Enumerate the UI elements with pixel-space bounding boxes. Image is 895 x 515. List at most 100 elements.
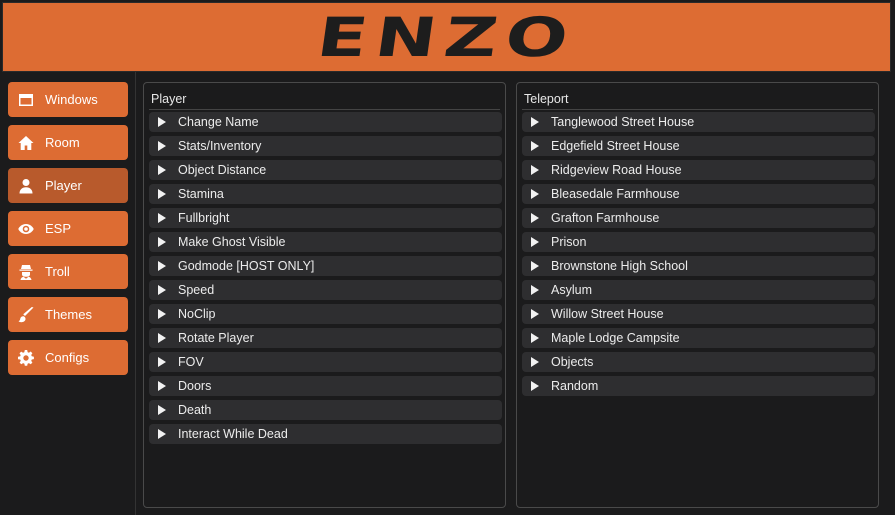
player-item-stats-inventory[interactable]: Stats/Inventory xyxy=(149,136,502,156)
item-label: Edgefield Street House xyxy=(551,139,680,153)
expand-arrow-icon xyxy=(158,261,166,271)
header-banner: ENZO xyxy=(2,2,891,72)
player-item-speed[interactable]: Speed xyxy=(149,280,502,300)
player-item-fov[interactable]: FOV xyxy=(149,352,502,372)
sidebar-item-label: ESP xyxy=(45,221,72,236)
sidebar-item-label: Configs xyxy=(45,350,90,365)
item-label: Asylum xyxy=(551,283,592,297)
player-item-fullbright[interactable]: Fullbright xyxy=(149,208,502,228)
expand-arrow-icon xyxy=(531,285,539,295)
teleport-item-tanglewood[interactable]: Tanglewood Street House xyxy=(522,112,875,132)
expand-arrow-icon xyxy=(158,165,166,175)
teleport-item-edgefield[interactable]: Edgefield Street House xyxy=(522,136,875,156)
teleport-item-grafton[interactable]: Grafton Farmhouse xyxy=(522,208,875,228)
sidebar-item-player[interactable]: Player xyxy=(8,168,128,203)
expand-arrow-icon xyxy=(158,333,166,343)
enzo-logo: ENZO xyxy=(313,6,581,69)
panel-title: Teleport xyxy=(524,92,569,106)
player-item-interact-while-dead[interactable]: Interact While Dead xyxy=(149,424,502,444)
player-item-death[interactable]: Death xyxy=(149,400,502,420)
item-label: Death xyxy=(178,403,212,417)
player-item-rotate-player[interactable]: Rotate Player xyxy=(149,328,502,348)
item-label: Tanglewood Street House xyxy=(551,115,695,129)
sidebar-item-label: Troll xyxy=(45,264,70,279)
expand-arrow-icon xyxy=(158,381,166,391)
item-label: Rotate Player xyxy=(178,331,254,345)
item-label: NoClip xyxy=(178,307,216,321)
expand-arrow-icon xyxy=(531,189,539,199)
expand-arrow-icon xyxy=(158,357,166,367)
sidebar-item-configs[interactable]: Configs xyxy=(8,340,128,375)
item-label: Change Name xyxy=(178,115,259,129)
item-label: Interact While Dead xyxy=(178,427,288,441)
teleport-item-random[interactable]: Random xyxy=(522,376,875,396)
item-label: Random xyxy=(551,379,599,393)
expand-arrow-icon xyxy=(531,117,539,127)
sidebar-item-label: Room xyxy=(45,135,80,150)
expand-arrow-icon xyxy=(531,165,539,175)
expand-arrow-icon xyxy=(158,117,166,127)
user-icon xyxy=(17,177,35,195)
player-item-make-ghost-visible[interactable]: Make Ghost Visible xyxy=(149,232,502,252)
player-item-change-name[interactable]: Change Name xyxy=(149,112,502,132)
player-item-doors[interactable]: Doors xyxy=(149,376,502,396)
player-item-noclip[interactable]: NoClip xyxy=(149,304,502,324)
teleport-item-maple-lodge[interactable]: Maple Lodge Campsite xyxy=(522,328,875,348)
expand-arrow-icon xyxy=(158,141,166,151)
panel-title: Player xyxy=(151,92,187,106)
expand-arrow-icon xyxy=(158,309,166,319)
expand-arrow-icon xyxy=(158,213,166,223)
item-label: Maple Lodge Campsite xyxy=(551,331,680,345)
item-label: Objects xyxy=(551,355,594,369)
teleport-item-bleasedale[interactable]: Bleasedale Farmhouse xyxy=(522,184,875,204)
divider xyxy=(522,109,873,110)
expand-arrow-icon xyxy=(531,381,539,391)
player-item-object-distance[interactable]: Object Distance xyxy=(149,160,502,180)
sidebar-item-label: Windows xyxy=(45,92,98,107)
item-label: Prison xyxy=(551,235,587,249)
item-label: FOV xyxy=(178,355,204,369)
expand-arrow-icon xyxy=(531,213,539,223)
item-label: Object Distance xyxy=(178,163,267,177)
sidebar-item-themes[interactable]: Themes xyxy=(8,297,128,332)
paintbrush-icon xyxy=(17,306,35,324)
item-label: Make Ghost Visible xyxy=(178,235,286,249)
expand-arrow-icon xyxy=(158,429,166,439)
sidebar-item-room[interactable]: Room xyxy=(8,125,128,160)
divider xyxy=(149,109,500,110)
expand-arrow-icon xyxy=(158,405,166,415)
sidebar: Windows Room Player ESP Troll Themes Con… xyxy=(0,72,136,515)
sidebar-item-esp[interactable]: ESP xyxy=(8,211,128,246)
sidebar-item-windows[interactable]: Windows xyxy=(8,82,128,117)
eye-icon xyxy=(17,220,35,238)
player-item-godmode[interactable]: Godmode [HOST ONLY] xyxy=(149,256,502,276)
item-label: Doors xyxy=(178,379,212,393)
sidebar-item-label: Player xyxy=(45,178,82,193)
item-label: Brownstone High School xyxy=(551,259,688,273)
expand-arrow-icon xyxy=(531,357,539,367)
item-label: Fullbright xyxy=(178,211,230,225)
expand-arrow-icon xyxy=(531,261,539,271)
teleport-item-objects[interactable]: Objects xyxy=(522,352,875,372)
expand-arrow-icon xyxy=(158,189,166,199)
player-panel: Player Change Name Stats/Inventory Objec… xyxy=(143,82,506,508)
expand-arrow-icon xyxy=(531,309,539,319)
expand-arrow-icon xyxy=(531,237,539,247)
item-label: Godmode [HOST ONLY] xyxy=(178,259,315,273)
item-label: Grafton Farmhouse xyxy=(551,211,660,225)
teleport-item-willow[interactable]: Willow Street House xyxy=(522,304,875,324)
expand-arrow-icon xyxy=(158,285,166,295)
teleport-item-ridgeview[interactable]: Ridgeview Road House xyxy=(522,160,875,180)
expand-arrow-icon xyxy=(531,141,539,151)
sidebar-item-troll[interactable]: Troll xyxy=(8,254,128,289)
teleport-item-prison[interactable]: Prison xyxy=(522,232,875,252)
home-icon xyxy=(17,134,35,152)
item-label: Bleasedale Farmhouse xyxy=(551,187,680,201)
player-item-stamina[interactable]: Stamina xyxy=(149,184,502,204)
expand-arrow-icon xyxy=(531,333,539,343)
teleport-item-asylum[interactable]: Asylum xyxy=(522,280,875,300)
spy-icon xyxy=(17,263,35,281)
teleport-item-brownstone[interactable]: Brownstone High School xyxy=(522,256,875,276)
item-label: Stamina xyxy=(178,187,224,201)
expand-arrow-icon xyxy=(158,237,166,247)
